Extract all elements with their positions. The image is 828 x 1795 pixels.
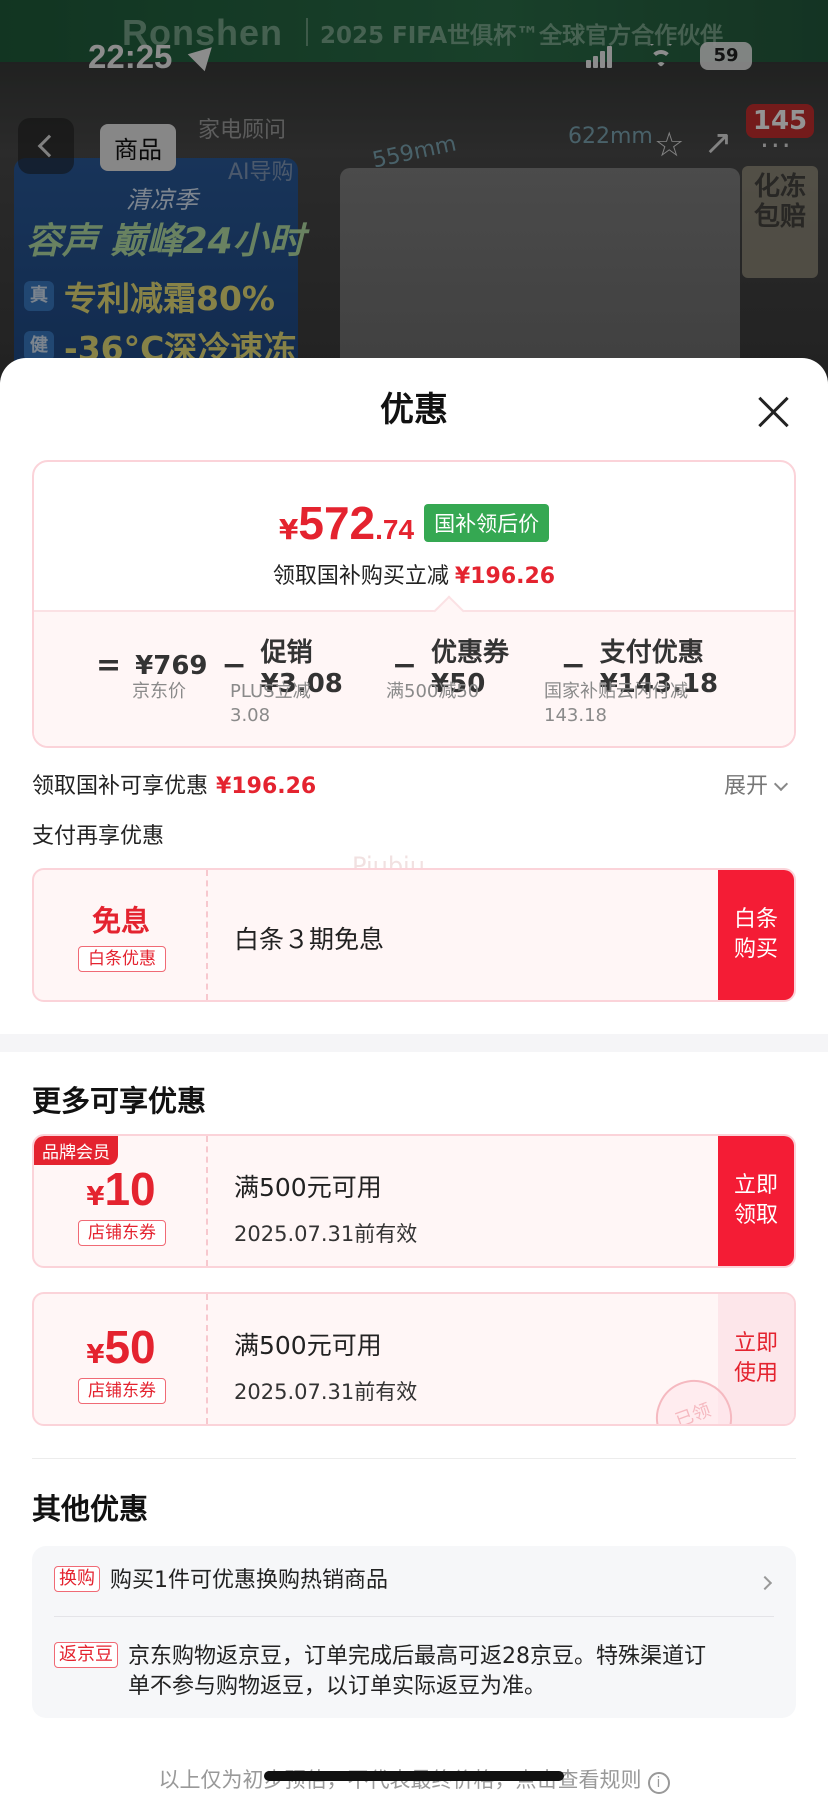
subsidy-reduction: 领取国补购买立减 ¥196.26 [34,558,794,590]
coupon-left: ¥50 店铺东券 [34,1294,208,1424]
price-integer: 572 [298,497,376,549]
button-line-2: 领取 [733,1203,778,1228]
other-offers-title: 其他优惠 [32,1492,149,1526]
coupon-amount: ¥10 [34,1162,208,1216]
trade-in-text: 购买1件可优惠换购热销商品 [110,1568,388,1593]
coupon-yen: ¥ [86,1340,105,1370]
subsidy-price-tag: 国补领后价 [424,504,550,542]
jd-bean-text-line-1: 京东购物返京豆，订单完成后最高可返28京豆。特殊渠道订 [128,1644,706,1669]
price-summary-card: ¥ 572 .74 国补领后价 领取国补购买立减 ¥196.26 = ¥769 −… [32,460,796,748]
jd-bean-tag: 返京豆 [54,1642,118,1668]
coupon-condition: 满500元可用 [234,1331,382,1360]
background-product-page: Ronshen 2025 FIFA世俱杯™全球官方合作伙伴 22:25 59 清… [0,0,828,380]
more-offers-title: 更多可享优惠 [32,1084,207,1118]
trade-in-row[interactable]: 换购 购买1件可优惠换购热销商品 [54,1566,774,1596]
equals-sign: = [96,648,122,683]
minus-sign: − [391,648,418,683]
store-coupon-badge: 店铺东券 [78,1378,166,1404]
chevron-down-icon [773,776,789,792]
coupon-value: 10 [104,1163,156,1215]
promo-label-1: PLUS立减 [230,681,311,702]
pay-extra-label: 支付再享优惠 [32,824,165,849]
expand-label: 展开 [724,774,769,799]
jd-price-label: 京东价 [132,681,186,702]
coupon-amount: ¥50 [34,1320,208,1374]
brand-member-tag: 品牌会员 [34,1136,118,1165]
jd-price: ¥769 [135,650,208,681]
coupon-body: 白条３期免息 [234,920,384,956]
coupon-body: 满500元可用 2025.07.31前有效 [234,1326,417,1406]
close-icon[interactable] [752,390,796,434]
coupon-left: 免息 白条优惠 [34,870,208,1000]
coupon-body: 满500元可用 2025.07.31前有效 [234,1168,417,1248]
coupon-condition: 满500元可用 [234,1173,382,1202]
modal-overlay[interactable] [0,0,828,380]
coupon-expiry: 2025.07.31前有效 [234,1380,418,1404]
price-breakdown: = ¥769 − 促销¥3.08 − 优惠券¥50 − 支付优惠¥143.18 … [34,610,794,746]
subsidy-reduction-label: 领取国补购买立减 [272,564,449,589]
payment-label-2: 143.18 [544,705,607,726]
jd-bean-text-line-2: 单不参与购物返豆，以订单实际返豆为准。 [128,1674,547,1699]
home-indicator[interactable] [264,1771,564,1781]
expand-button[interactable]: 展开 [724,768,789,800]
coupon-label: 满500减50 [386,681,480,702]
price-top: ¥ 572 .74 国补领后价 领取国补购买立减 ¥196.26 [34,462,794,610]
subsidy-reduction-amount: ¥196.26 [454,564,556,589]
store-coupon-badge: 店铺东券 [78,1220,166,1246]
minus-sign: − [560,648,586,683]
price-yen: ¥ [278,513,299,546]
discount-sheet: 优惠 ¥ 572 .74 国补领后价 领取国补购买立减 ¥196.26 = ¥76… [0,358,828,1795]
info-icon[interactable]: i [647,1772,670,1794]
final-price: ¥ 572 .74 国补领后价 [34,496,794,550]
section-divider [0,1034,828,1052]
claim-coupon-button[interactable]: 立即 领取 [718,1136,794,1266]
baitiao-coupon: 免息 白条优惠 白条３期免息 白条购买 [32,868,796,1002]
price-decimal: .74 [375,514,415,545]
row-separator [54,1616,774,1617]
other-offers-box: 换购 购买1件可优惠换购热销商品 返京豆 京东购物返京豆，订单完成后最高可返28… [32,1546,796,1718]
subsidy-benefit-label: 领取国补可享优惠 [32,774,209,799]
subsidy-benefit-line: 领取国补可享优惠 ¥196.26 [32,768,316,800]
divider-line [32,1458,796,1459]
button-line-1: 立即 [733,1173,778,1198]
coupon-yen: ¥ [86,1182,105,1212]
sheet-title: 优惠 [380,390,448,430]
coupon-50: ¥50 店铺东券 满500元可用 2025.07.31前有效 立即 使用 已领 [32,1292,796,1426]
baitiao-description: 白条３期免息 [234,925,385,954]
coupon-value: 50 [104,1321,156,1373]
coupon-10: ¥10 店铺东券 品牌会员 满500元可用 2025.07.31前有效 立即领取 [32,1134,796,1268]
coupon-expiry: 2025.07.31前有效 [234,1222,418,1246]
button-line-1: 立即 [733,1331,778,1356]
button-line-2: 购买 [733,937,778,962]
jd-bean-row: 返京豆 京东购物返京豆，订单完成后最高可返28京豆。特殊渠道订 单不参与购物返豆… [54,1642,706,1702]
payment-label-1: 国家补贴云闪付减 [544,681,688,702]
baitiao-buy-button[interactable]: 白条 购买 [718,870,794,1000]
minus-sign: − [221,648,247,683]
button-line-2: 使用 [733,1361,778,1386]
baitiao-badge: 白条优惠 [78,946,166,972]
button-line-1: 白条 [733,907,778,932]
promo-label-2: 3.08 [230,705,271,726]
subsidy-benefit-amount: ¥196.26 [216,774,317,799]
interest-free-label: 免息 [91,904,150,938]
trade-in-tag: 换购 [54,1566,100,1592]
